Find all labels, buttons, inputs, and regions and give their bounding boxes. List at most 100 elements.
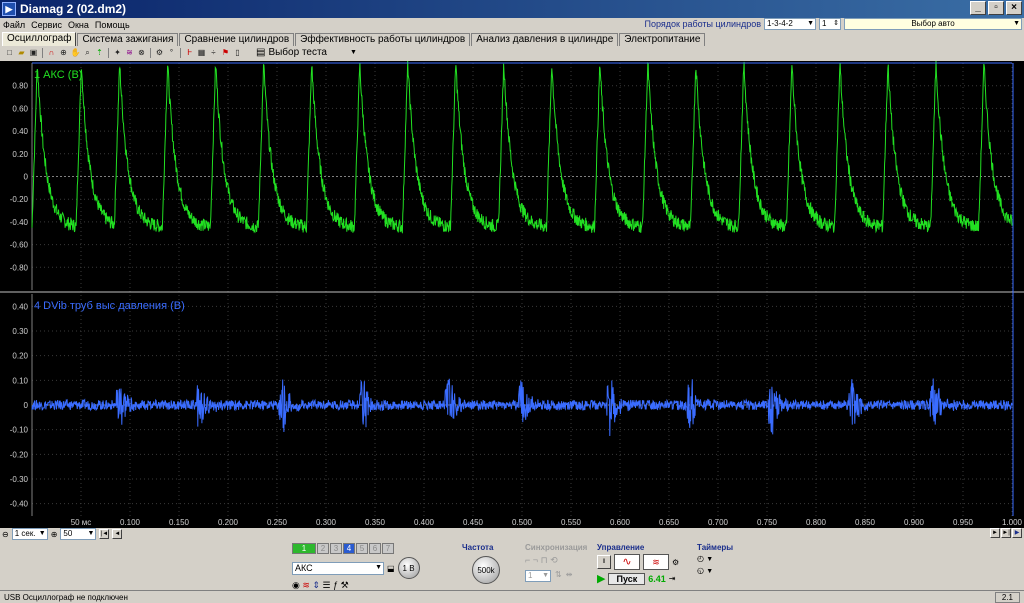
clock-icon: ◴	[697, 554, 704, 563]
channel-tab-7[interactable]: 7	[382, 543, 394, 554]
new-file-icon[interactable]: □	[4, 47, 15, 58]
menu-service[interactable]: Сервис	[28, 20, 65, 30]
test-select[interactable]: ▤ Выбор теста ▼	[256, 47, 357, 58]
waveform-icon[interactable]: ≋	[302, 580, 310, 590]
flag-icon[interactable]: ⚑	[220, 47, 231, 58]
tab-pressure[interactable]: Анализ давления в цилиндре	[471, 33, 619, 46]
x-tick-label: 0.850	[855, 518, 876, 527]
oscilloscope-svg[interactable]: 0.800.600.400.200-0.20-0.40-0.60-0.801 А…	[0, 61, 1024, 528]
auto-sync-icon[interactable]: ⟲	[550, 555, 558, 565]
x-tick-label: 0.900	[904, 518, 925, 527]
chevron-down-icon: ▼	[706, 568, 714, 575]
channel-tab-2[interactable]: 2	[317, 543, 329, 554]
toolbar-separator	[108, 47, 109, 58]
timer-2[interactable]: ◵ ▼	[697, 566, 733, 575]
fit-icon[interactable]: ⇡	[94, 47, 105, 58]
channel-tab-6[interactable]: 6	[369, 543, 381, 554]
cylinder-stepper[interactable]: 1 ⇕	[819, 18, 841, 30]
firing-order-value: 1-3-4-2	[767, 19, 793, 28]
split-icon[interactable]: ÷	[208, 47, 219, 58]
time-scale-select[interactable]: 1 сек. ▼	[11, 528, 48, 540]
save-icon[interactable]: ▣	[28, 47, 39, 58]
pulse-icon[interactable]: ⊓	[541, 555, 548, 565]
spin-icon: ⇕	[833, 20, 839, 27]
tab-ignition[interactable]: Система зажигания	[77, 33, 179, 46]
sync-channel-select[interactable]: 1 ▼	[525, 570, 551, 582]
hand-icon[interactable]: ✋	[70, 47, 81, 58]
filter-icon[interactable]: Ⱶ	[184, 47, 195, 58]
play-scroll-button[interactable]: ▶	[1012, 528, 1022, 538]
eye-icon[interactable]: ◉	[292, 580, 300, 590]
tab-oscilloscope[interactable]: Осциллограф	[2, 32, 77, 46]
sine-wave-button[interactable]: ∿	[614, 554, 640, 570]
maximize-button[interactable]: ▫	[988, 1, 1004, 15]
open-folder-icon[interactable]: ▰	[16, 47, 27, 58]
tab-power[interactable]: Электропитание	[619, 33, 706, 46]
y-tick-label: 0.60	[12, 104, 28, 113]
frequency-knob[interactable]: 500k	[472, 556, 500, 584]
signal-icon[interactable]: ∩	[46, 47, 57, 58]
toolbar-separator	[150, 47, 151, 58]
channel-tab-1[interactable]: 1	[292, 543, 316, 554]
noise-wave-button[interactable]: ≋	[643, 554, 669, 570]
engine-icon[interactable]: ⚙	[154, 47, 165, 58]
x-tick-label: 0.550	[561, 518, 582, 527]
channel-tab-4[interactable]: 4	[343, 543, 355, 554]
play-icon[interactable]: ▶	[597, 572, 605, 585]
zoom-select[interactable]: 50 ▼	[60, 528, 97, 540]
wrench-icon[interactable]: ⚒	[341, 580, 349, 590]
settings-icon[interactable]: ⚙	[672, 558, 679, 567]
y-tick-label: 0.30	[12, 327, 28, 336]
toolbar-separator	[42, 47, 43, 58]
x-tick-label: 0.400	[414, 518, 435, 527]
scroll-start-button[interactable]: |◄	[99, 529, 110, 539]
oscilloscope-display[interactable]: 0.80 0.60 0.40 0.20 0 -0.20 -0.40 -0.60 -0.80 1 А…	[0, 61, 1024, 528]
chevron-down-icon: ▼	[807, 20, 814, 27]
scroll-left-button[interactable]: ◄	[112, 529, 123, 539]
zoom-icon[interactable]: ⌕	[82, 47, 93, 58]
frequency-title: Частота	[462, 543, 494, 552]
x-tick-label: 0.650	[659, 518, 680, 527]
y-tick-label: 0.10	[12, 376, 28, 385]
x-tick-label: 0.150	[169, 518, 190, 527]
timer-1[interactable]: ◴ ▼	[697, 554, 733, 563]
save-channel-icon[interactable]: ⬓	[387, 564, 395, 573]
tab-efficiency[interactable]: Эффективность работы цилиндров	[295, 33, 471, 46]
overlay-icon[interactable]: ≋	[124, 47, 135, 58]
sync-pos-icon[interactable]: ⇹	[566, 570, 573, 582]
range-knob[interactable]: 1 В	[397, 557, 420, 579]
channel-panel: 1234567 АКС ▼ ⬓ 1 В ◉ ≋ ⇕ ☰ ƒ ⚒	[292, 543, 420, 591]
close-button[interactable]: ×	[1006, 1, 1022, 15]
y-tick-label: -0.40	[10, 500, 29, 509]
compare-icon[interactable]: ⊗	[136, 47, 147, 58]
scroll-right-button[interactable]: ►	[990, 528, 1000, 538]
status-version: 2.1	[994, 591, 1020, 603]
scroll-end-button[interactable]: ►|	[1001, 528, 1011, 538]
function-icon[interactable]: ƒ	[333, 580, 338, 590]
channel-tab-3[interactable]: 3	[330, 543, 342, 554]
table-icon[interactable]: ▦	[196, 47, 207, 58]
menu-file[interactable]: Файл	[0, 20, 28, 30]
start-button[interactable]: Пуск	[608, 572, 646, 585]
page-icon[interactable]: ▯	[232, 47, 243, 58]
x-tick-label: 0.100	[120, 518, 141, 527]
minimize-button[interactable]: _	[970, 1, 986, 15]
invert-icon[interactable]: ⇕	[312, 580, 320, 590]
cursor-icon[interactable]: ⊕	[58, 47, 69, 58]
sync-level-icon[interactable]: ⇅	[555, 570, 562, 582]
tab-cylinder-compare[interactable]: Сравнение цилиндров	[179, 33, 295, 46]
channel-name-select[interactable]: АКС ▼	[292, 561, 384, 575]
marker-icon[interactable]: ✦	[112, 47, 123, 58]
rising-edge-icon[interactable]: ⌐	[525, 555, 530, 565]
timer-arrow-icon[interactable]: ⇥	[669, 574, 676, 583]
pause-button[interactable]: ‖	[597, 555, 611, 569]
firing-order-select[interactable]: 1-3-4-2 ▼	[764, 18, 816, 30]
falling-edge-icon[interactable]: ¬	[533, 555, 538, 565]
control-title: Управление	[597, 543, 645, 552]
degree-icon[interactable]: °	[166, 47, 177, 58]
channel-tab-5[interactable]: 5	[356, 543, 368, 554]
menu-windows[interactable]: Окна	[65, 20, 92, 30]
lines-icon[interactable]: ☰	[323, 580, 331, 590]
menu-help[interactable]: Помощь	[92, 20, 133, 30]
auto-select[interactable]: Выбор авто ▼	[844, 18, 1022, 30]
